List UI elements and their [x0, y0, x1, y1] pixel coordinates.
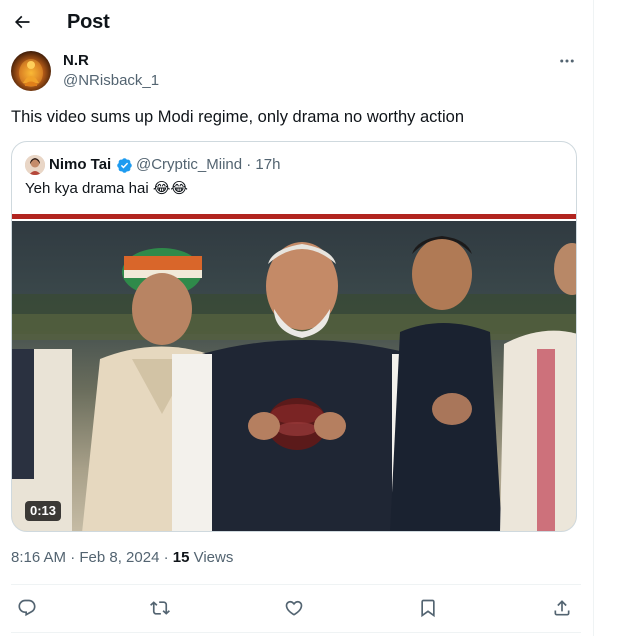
quote-author-handle-time[interactable]: @Cryptic_Miind · 17h — [136, 156, 280, 173]
author-handle[interactable]: @NRisback_1 — [63, 72, 159, 89]
quote-author-avatar[interactable] — [25, 155, 45, 175]
views-count: 15 — [172, 549, 190, 566]
timestamp[interactable]: 8:16 AM · Feb 8, 2024 · — [11, 549, 173, 566]
divider — [11, 632, 581, 633]
post-text: This video sums up Modi regime, only dra… — [11, 108, 465, 126]
quote-text: Yeh kya drama hai 😂😂 — [25, 180, 188, 197]
share-icon — [554, 600, 570, 616]
repost-icon — [150, 601, 170, 615]
quoted-post[interactable]: Nimo Tai @Cryptic_Miind · 17h Yeh kya dr… — [11, 141, 577, 532]
divider — [11, 584, 581, 585]
repost-button[interactable] — [147, 595, 173, 621]
heart-icon — [285, 600, 303, 616]
author-name[interactable]: N.R — [63, 52, 89, 69]
more-button[interactable] — [553, 50, 581, 72]
column-divider — [593, 0, 594, 636]
author-avatar[interactable] — [11, 51, 51, 91]
reply-icon — [18, 599, 36, 617]
reply-button[interactable] — [14, 595, 40, 621]
verified-badge-icon — [117, 158, 132, 173]
avatar-figure-image — [19, 59, 43, 87]
header: Post — [0, 0, 593, 44]
more-horizontal-icon — [560, 59, 574, 63]
views-label: Views — [189, 549, 234, 566]
bookmark-button[interactable] — [415, 595, 441, 621]
video-thumbnail-image — [12, 214, 576, 531]
bookmark-icon — [421, 599, 435, 618]
video-player[interactable]: 0:13 — [12, 214, 576, 531]
quote-avatar-image — [25, 155, 45, 175]
page-title: Post — [67, 11, 110, 33]
back-button[interactable] — [8, 8, 36, 36]
video-duration: 0:13 — [25, 501, 62, 521]
quote-author-name[interactable]: Nimo Tai — [49, 156, 111, 173]
arrow-left-icon — [14, 15, 30, 29]
like-button[interactable] — [281, 595, 307, 621]
share-button[interactable] — [549, 595, 575, 621]
post-meta: 8:16 AM · Feb 8, 2024 · 15 Views — [11, 549, 233, 566]
